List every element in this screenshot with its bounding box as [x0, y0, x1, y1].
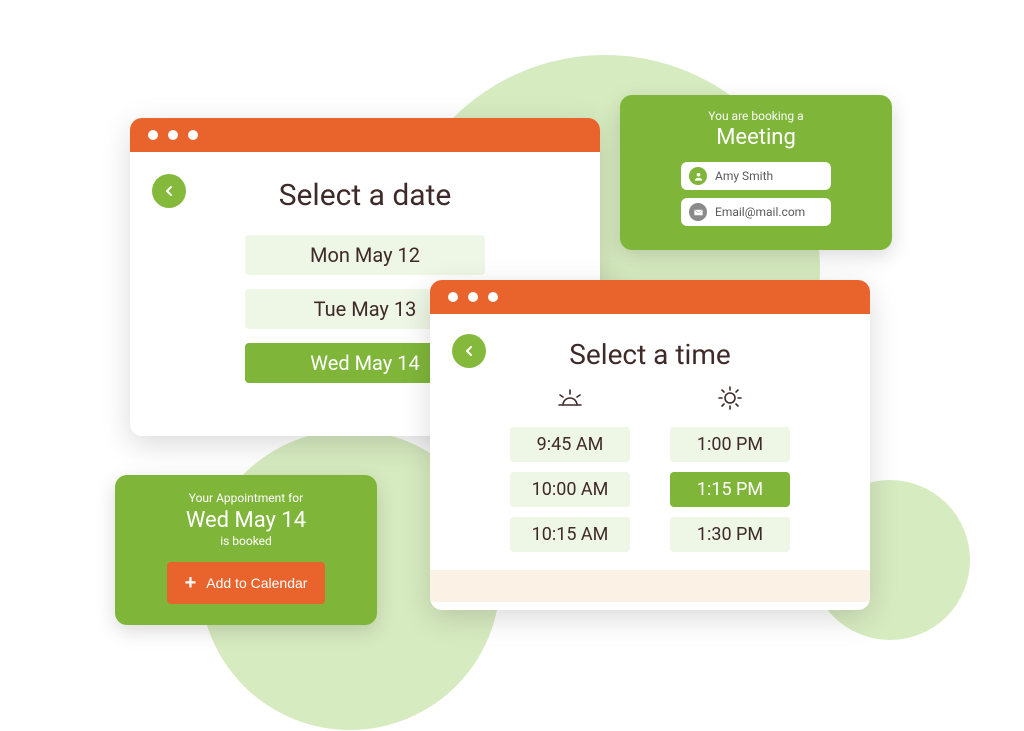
plus-icon: +: [185, 573, 197, 593]
window-dot-icon: [448, 292, 458, 302]
sunrise-icon: [555, 385, 585, 411]
add-to-calendar-label: Add to Calendar: [206, 575, 307, 591]
date-option[interactable]: Mon May 12: [245, 235, 485, 275]
sun-icon: [717, 385, 743, 411]
morning-column: 9:45 AM 10:00 AM 10:15 AM: [510, 385, 630, 552]
arrow-left-icon: [161, 183, 177, 199]
window-dot-icon: [488, 292, 498, 302]
booking-name: Amy Smith: [715, 169, 773, 183]
window-dot-icon: [168, 130, 178, 140]
select-time-heading: Select a time: [430, 338, 870, 371]
person-icon: [689, 167, 707, 185]
select-date-heading: Select a date: [130, 178, 600, 213]
arrow-left-icon: [461, 343, 477, 359]
time-option[interactable]: 10:15 AM: [510, 517, 630, 552]
time-option-selected[interactable]: 1:15 PM: [670, 472, 790, 507]
window-footer: [430, 570, 870, 602]
booking-summary-card: You are booking a Meeting Amy Smith Emai…: [620, 95, 892, 250]
afternoon-column: 1:00 PM 1:15 PM 1:30 PM: [670, 385, 790, 552]
mail-icon: [689, 203, 707, 221]
time-option[interactable]: 1:00 PM: [670, 427, 790, 462]
time-option[interactable]: 9:45 AM: [510, 427, 630, 462]
window-dot-icon: [468, 292, 478, 302]
back-button[interactable]: [152, 174, 186, 208]
booking-contact-chip[interactable]: Amy Smith: [681, 162, 831, 190]
booking-title: Meeting: [620, 125, 892, 150]
window-titlebar: [130, 118, 600, 152]
confirmation-card: Your Appointment for Wed May 14 is booke…: [115, 475, 377, 625]
back-button[interactable]: [452, 334, 486, 368]
time-option[interactable]: 1:30 PM: [670, 517, 790, 552]
confirm-sub2: is booked: [115, 534, 377, 548]
booking-email: Email@mail.com: [715, 205, 805, 219]
window-dot-icon: [188, 130, 198, 140]
confirm-sub: Your Appointment for: [115, 491, 377, 505]
time-option[interactable]: 10:00 AM: [510, 472, 630, 507]
add-to-calendar-button[interactable]: + Add to Calendar: [167, 562, 326, 604]
select-time-window: Select a time 9:45 AM 10:00 AM 10:15 AM …: [430, 280, 870, 610]
booking-email-chip[interactable]: Email@mail.com: [681, 198, 831, 226]
window-dot-icon: [148, 130, 158, 140]
confirm-title: Wed May 14: [115, 508, 377, 533]
window-titlebar: [430, 280, 870, 314]
booking-sub: You are booking a: [620, 109, 892, 123]
time-grid: 9:45 AM 10:00 AM 10:15 AM 1:00 PM 1:15 P…: [430, 385, 870, 570]
